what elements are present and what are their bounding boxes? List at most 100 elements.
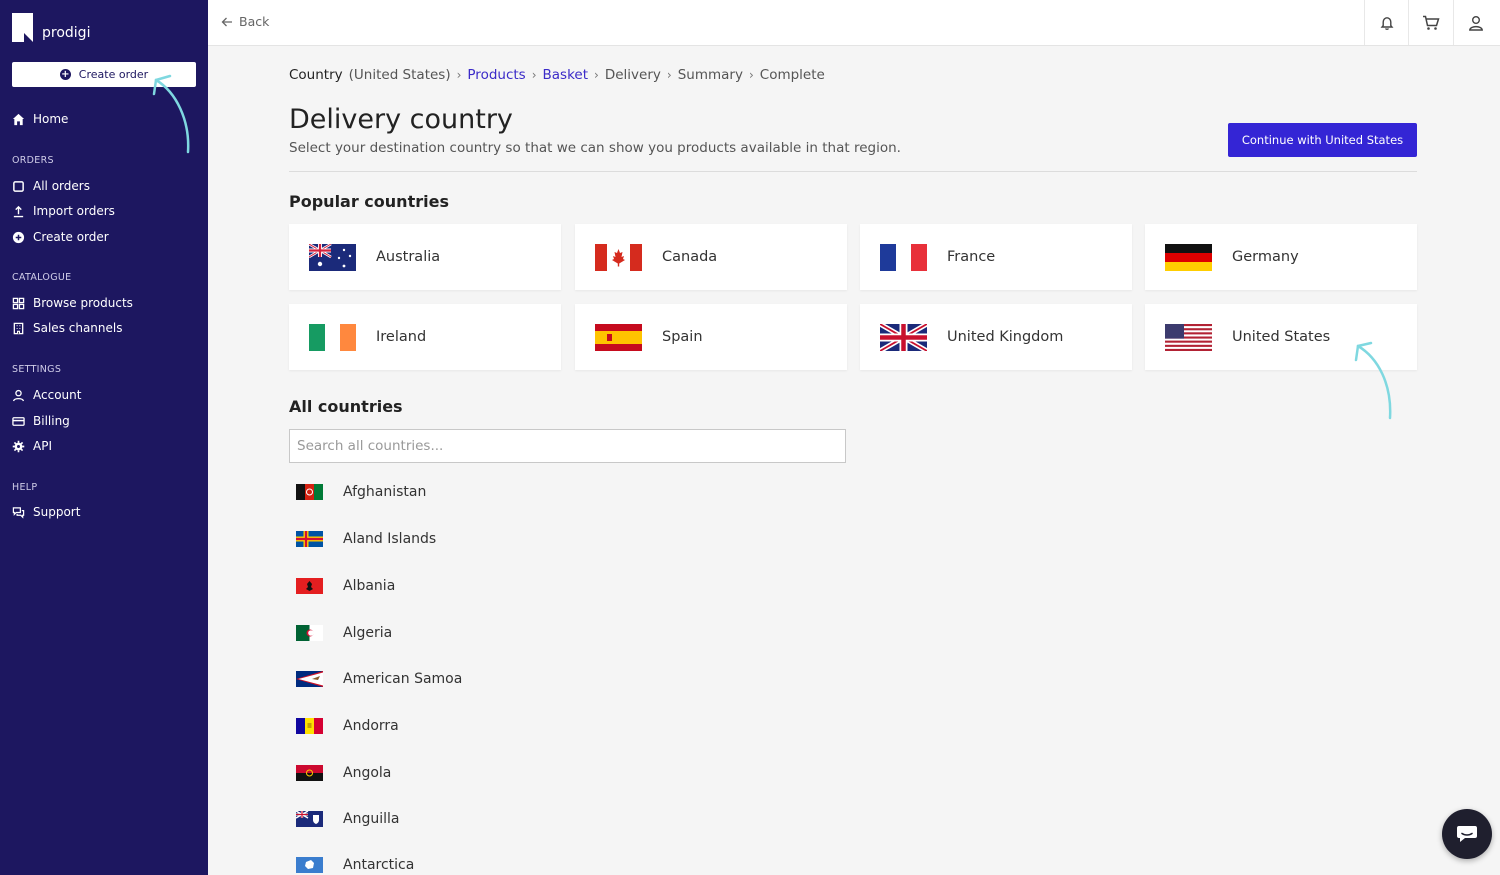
logo-text: prodigi [42, 25, 91, 41]
cart-button[interactable] [1408, 0, 1452, 45]
list-item-anguilla[interactable]: Anguilla [296, 811, 399, 827]
sidebar-item-support[interactable]: Support [12, 505, 80, 519]
list-item-albania[interactable]: Albania [296, 578, 395, 594]
flag-ireland-icon [309, 323, 356, 351]
flag-united-states-icon [1165, 323, 1212, 351]
sidebar-section-catalogue: CATALOGUE [12, 272, 72, 283]
country-name: Afghanistan [343, 484, 427, 500]
country-card-france[interactable]: France [860, 224, 1132, 290]
user-icon [13, 389, 24, 401]
flag-andorra-icon [296, 718, 323, 734]
building-icon [13, 322, 24, 334]
home-icon [12, 113, 25, 125]
country-card-australia[interactable]: Australia [289, 224, 561, 290]
chat-button[interactable] [1442, 809, 1492, 859]
back-label: Back [239, 14, 270, 29]
breadcrumb-summary: Summary [677, 67, 743, 83]
flag-antarctica-icon [296, 857, 323, 873]
sidebar-item-sales-channels[interactable]: Sales channels [12, 321, 123, 335]
back-button[interactable]: Back [221, 14, 269, 29]
plus-circle-icon [12, 231, 25, 243]
list-item-antarctica[interactable]: Antarctica [296, 857, 414, 873]
sidebar-item-api[interactable]: API [12, 439, 52, 453]
annotation-arrow-icon [1354, 341, 1392, 420]
country-card-spain[interactable]: Spain [575, 304, 847, 370]
sidebar-item-home[interactable]: Home [12, 112, 68, 126]
credit-card-icon [12, 416, 25, 426]
country-name: Aland Islands [343, 531, 437, 547]
sidebar-item-account[interactable]: Account [12, 388, 81, 402]
logo-mark-icon [12, 13, 33, 42]
chat-icon [1457, 826, 1477, 842]
country-name: Germany [1232, 249, 1299, 265]
country-search-input[interactable] [289, 429, 846, 463]
breadcrumb-products[interactable]: Products [467, 67, 525, 83]
breadcrumb-current-detail: (United States) [348, 67, 451, 83]
country-name: Australia [376, 249, 441, 265]
sidebar-item-label: Home [33, 112, 69, 126]
sidebar-item-import-orders[interactable]: Import orders [12, 204, 115, 218]
list-item-algeria[interactable]: Algeria [296, 625, 392, 641]
annotation-arrow-icon [152, 74, 190, 154]
country-name: Ireland [376, 329, 427, 345]
breadcrumb-basket[interactable]: Basket [543, 67, 589, 83]
orders-icon [13, 180, 24, 192]
sidebar-item-billing[interactable]: Billing [12, 414, 70, 428]
profile-button[interactable] [1453, 0, 1497, 45]
all-countries-title: All countries [289, 397, 403, 416]
country-name: Angola [343, 765, 392, 781]
country-name: Canada [662, 249, 718, 265]
flag-spain-icon [595, 323, 642, 351]
list-item-american-samoa[interactable]: American Samoa [296, 671, 462, 687]
sidebar-item-browse-products[interactable]: Browse products [12, 296, 133, 310]
sidebar: prodigi + Create order Home ORDERS All o… [0, 0, 208, 875]
country-name: France [947, 249, 996, 265]
country-name: Andorra [343, 718, 399, 734]
list-item-aland-islands[interactable]: Aland Islands [296, 531, 436, 547]
notifications-button[interactable] [1364, 0, 1408, 45]
list-item-afghanistan[interactable]: Afghanistan [296, 484, 426, 500]
cart-icon [1422, 15, 1440, 30]
flag-albania-icon [296, 578, 323, 594]
sidebar-item-label: All orders [33, 179, 90, 193]
flag-american-samoa-icon [296, 671, 323, 687]
sidebar-section-orders: ORDERS [12, 155, 54, 166]
flag-germany-icon [1165, 243, 1212, 271]
country-card-germany[interactable]: Germany [1145, 224, 1417, 290]
list-item-andorra[interactable]: Andorra [296, 718, 399, 734]
country-name: Albania [343, 578, 396, 594]
flag-france-icon [880, 243, 927, 271]
country-name: Algeria [343, 625, 393, 641]
bell-icon [1380, 16, 1393, 30]
flag-aland-islands-icon [296, 531, 323, 547]
country-name: American Samoa [343, 671, 463, 687]
chevron-right-icon: › [666, 68, 672, 82]
breadcrumb-delivery: Delivery [604, 67, 661, 83]
create-order-label: Create order [78, 68, 149, 81]
breadcrumb: Country (United States) › Products › Bas… [289, 67, 825, 83]
sidebar-item-label: Browse products [33, 296, 133, 310]
sidebar-item-all-orders[interactable]: All orders [12, 179, 90, 193]
page-subtitle: Select your destination country so that … [289, 140, 901, 156]
sidebar-item-label: Sales channels [33, 321, 123, 335]
breadcrumb-complete: Complete [759, 67, 825, 83]
popular-countries-title: Popular countries [289, 192, 449, 211]
list-item-angola[interactable]: Angola [296, 765, 391, 781]
logo[interactable]: prodigi [12, 13, 90, 42]
flag-united-kingdom-icon [880, 323, 927, 351]
chevron-right-icon: › [456, 68, 462, 82]
country-card-canada[interactable]: Canada [575, 224, 847, 290]
divider [289, 171, 1417, 172]
user-icon [1468, 15, 1483, 31]
sidebar-section-settings: SETTINGS [12, 364, 62, 375]
chat-bubbles-icon [12, 506, 25, 519]
country-name: United States [1232, 329, 1331, 345]
flag-algeria-icon [296, 625, 323, 641]
sidebar-item-create-order[interactable]: Create order [12, 230, 109, 244]
continue-button[interactable]: Continue with United States [1228, 123, 1417, 157]
country-card-united-kingdom[interactable]: United Kingdom [860, 304, 1132, 370]
country-name: Spain [662, 329, 703, 345]
sidebar-item-label: Import orders [33, 204, 115, 218]
sidebar-item-label: Support [33, 505, 81, 519]
country-card-ireland[interactable]: Ireland [289, 304, 561, 370]
